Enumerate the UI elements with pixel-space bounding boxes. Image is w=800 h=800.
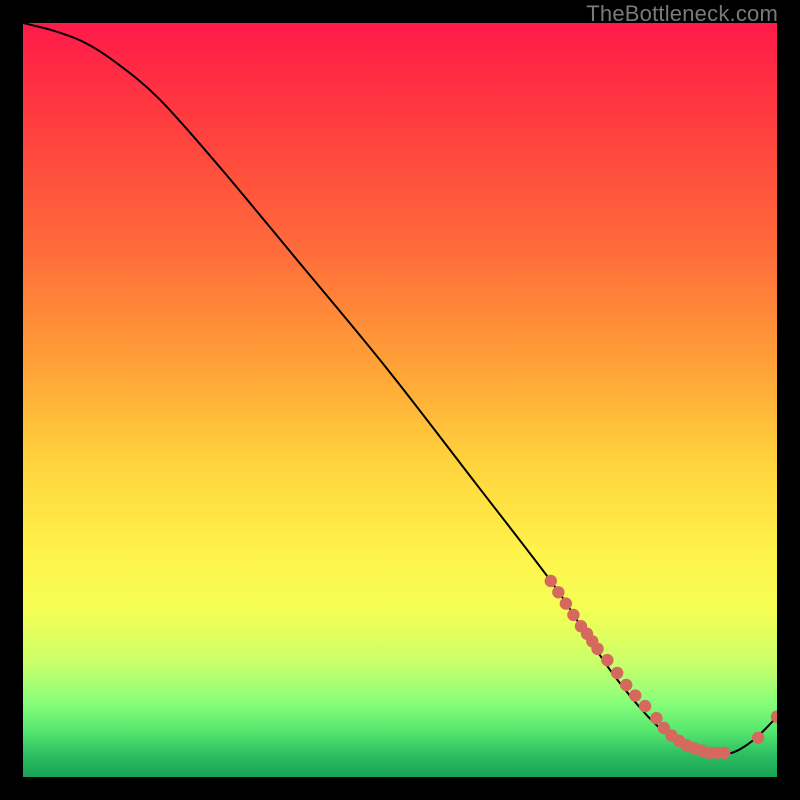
data-point	[680, 739, 692, 751]
data-point	[620, 679, 632, 691]
data-point	[629, 689, 641, 701]
data-point	[575, 620, 587, 632]
data-point	[718, 747, 730, 759]
data-point	[703, 747, 715, 759]
data-point	[673, 735, 685, 747]
chart-svg	[23, 23, 777, 777]
data-point	[567, 609, 579, 621]
data-point	[586, 635, 598, 647]
data-point	[611, 667, 623, 679]
bottleneck-curve	[23, 23, 777, 754]
data-point	[688, 742, 700, 754]
data-point	[710, 747, 722, 759]
data-point	[650, 712, 662, 724]
data-point	[771, 710, 777, 722]
data-point	[545, 575, 557, 587]
data-point	[695, 744, 707, 756]
data-point	[658, 722, 670, 734]
data-point	[552, 586, 564, 598]
data-point	[591, 643, 603, 655]
data-point	[581, 628, 593, 640]
data-point	[752, 732, 764, 744]
data-point	[665, 729, 677, 741]
data-point	[639, 700, 651, 712]
data-point	[601, 654, 613, 666]
chart-container: TheBottleneck.com	[0, 0, 800, 800]
highlight-points	[545, 575, 777, 759]
data-point	[560, 597, 572, 609]
plot-area	[23, 23, 777, 777]
